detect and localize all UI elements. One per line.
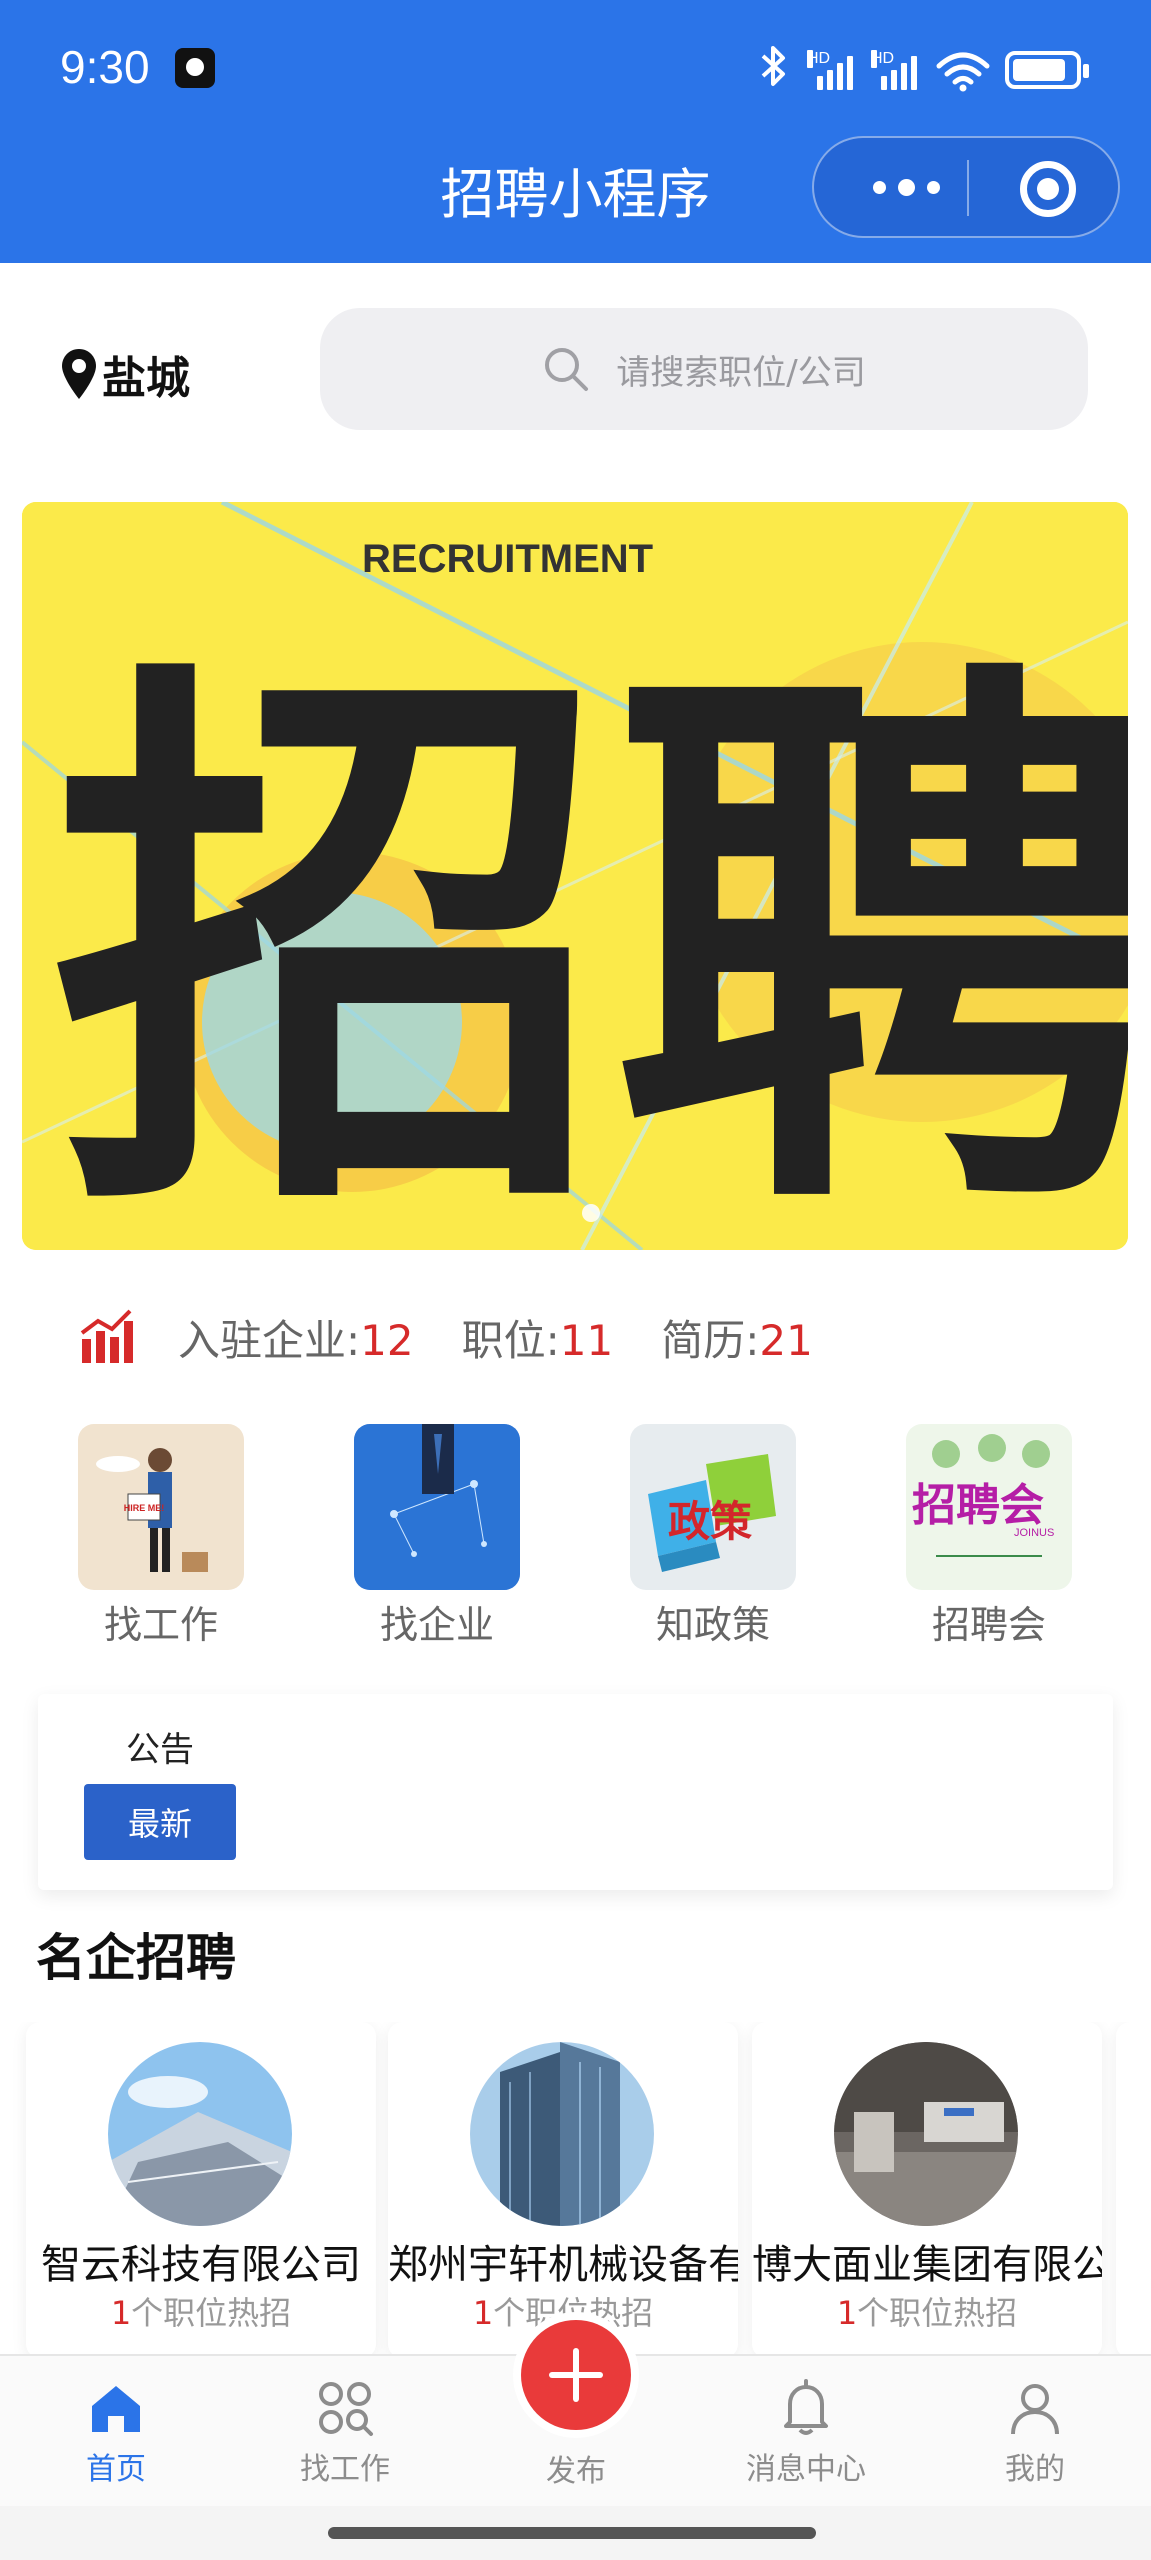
company-card[interactable] [1116, 2022, 1151, 2358]
policy-image: 政策 [630, 1424, 796, 1590]
entry-find-company[interactable]: 找企业 [352, 1424, 522, 1649]
company-jobs-count: 1 [110, 2294, 132, 2332]
location-pin-icon [60, 347, 98, 401]
stat-companies-label: 入驻企业: [178, 1315, 361, 1365]
capsule-divider [967, 160, 969, 216]
tab-mine[interactable]: 我的 [955, 2378, 1115, 2488]
entry-job-fair[interactable]: 招聘会 JOINUS 招聘会 [904, 1424, 1074, 1649]
company-jobs: 1个职位热招 [26, 2288, 376, 2334]
search-icon [542, 345, 590, 393]
company-logo [470, 2042, 654, 2226]
banner-carousel[interactable]: RECRUITMENT 招聘 [22, 502, 1128, 1250]
banner-headline: 招聘 [52, 623, 1128, 1250]
banner-image: RECRUITMENT 招聘 [22, 502, 1128, 1250]
company-logo [108, 2042, 292, 2226]
company-jobs-count: 1 [472, 2294, 494, 2332]
svg-text:招聘会: 招聘会 [912, 1480, 1044, 1531]
company-carousel[interactable]: 智云科技有限公司 1个职位热招 郑州宇轩机械设备有 1个职位热招 博大面业集团有… [0, 2022, 1151, 2358]
home-icon [86, 2378, 146, 2438]
company-logo [834, 2042, 1018, 2226]
notice-latest-button[interactable]: 最新 [84, 1784, 236, 1860]
banner-subtitle: RECRUITMENT [362, 537, 653, 581]
company-card[interactable]: 智云科技有限公司 1个职位热招 [26, 2022, 376, 2358]
tab-home[interactable]: 首页 [36, 2378, 196, 2488]
wifi-icon [935, 50, 990, 91]
bell-icon [776, 2378, 836, 2438]
bar-chart-icon [80, 1309, 133, 1363]
mini-program-capsule [812, 136, 1120, 238]
tab-label: 我的 [1005, 2452, 1065, 2487]
entry-label: 找企业 [379, 1603, 494, 1647]
entry-label: 找工作 [103, 1603, 218, 1647]
stat-companies: 入驻企业:12 [178, 1307, 414, 1368]
svg-text:HIRE ME!: HIRE ME! [124, 1503, 165, 1513]
stat-resumes: 简历:21 [661, 1307, 813, 1368]
company-jobs-suffix: 个职位热招 [857, 2294, 1018, 2332]
stat-jobs-label: 职位: [461, 1315, 560, 1365]
quick-entries: HIRE ME! 找工作 找企业 政策 知政策 招聘会 JOINUS 招聘会 [0, 1424, 1151, 1654]
stat-jobs: 职位:11 [462, 1307, 614, 1368]
carousel-indicator [582, 1204, 600, 1222]
tab-label: 找工作 [300, 2452, 390, 2487]
tab-publish-label[interactable]: 发布 [496, 2446, 656, 2490]
company-name: 智云科技有限公司 [41, 2242, 361, 2288]
company-jobs: 1个职位热招 [752, 2288, 1102, 2334]
tab-find-job[interactable]: 找工作 [265, 2378, 425, 2488]
find-job-image: HIRE ME! [78, 1424, 244, 1590]
stats-row: 入驻企业:12 职位:11 简历:21 [78, 1300, 861, 1374]
tab-label: 消息中心 [746, 2452, 866, 2487]
more-dots-icon[interactable] [856, 138, 956, 236]
company-name: 博大面业集团有限公 [752, 2242, 1102, 2288]
notice-title: 公告 [126, 1730, 194, 1770]
signal-icon: HD [871, 49, 917, 90]
entry-policy[interactable]: 政策 知政策 [628, 1424, 798, 1649]
search-input[interactable]: 请搜索职位/公司 [320, 308, 1088, 430]
grid-search-icon [315, 2378, 375, 2438]
stat-resumes-value: 21 [759, 1315, 813, 1365]
notice-card[interactable]: 公告 最新 [38, 1694, 1113, 1890]
svg-text:JOINUS: JOINUS [1014, 1527, 1054, 1539]
entry-find-job[interactable]: HIRE ME! 找工作 [76, 1424, 246, 1649]
svg-text:政策: 政策 [668, 1497, 752, 1546]
bluetooth-icon [759, 44, 789, 95]
company-jobs-suffix: 个职位热招 [131, 2294, 292, 2332]
stat-companies-value: 12 [360, 1315, 414, 1365]
job-fair-image: 招聘会 JOINUS [906, 1424, 1072, 1590]
top-header: 9:30 HD HD 招聘小程序 [0, 0, 1151, 263]
status-time: 9:30 [60, 41, 150, 93]
find-company-image [354, 1424, 520, 1590]
battery-icon [1005, 50, 1089, 89]
entry-label: 招聘会 [931, 1603, 1046, 1647]
location-city: 盐城 [102, 353, 190, 404]
target-icon[interactable] [1020, 161, 1076, 217]
entry-label: 知政策 [655, 1603, 770, 1647]
stat-resumes-label: 简历: [661, 1315, 760, 1365]
status-icons: HD HD [759, 44, 1089, 95]
tab-messages[interactable]: 消息中心 [726, 2378, 886, 2488]
search-placeholder: 请搜索职位/公司 [616, 352, 866, 393]
tab-label: 首页 [86, 2452, 146, 2487]
stat-jobs-value: 11 [559, 1315, 614, 1365]
company-jobs-count: 1 [836, 2294, 858, 2332]
section-title: 名企招聘 [36, 1929, 236, 1987]
company-name: 郑州宇轩机械设备有 [388, 2242, 738, 2288]
plus-icon[interactable] [521, 2320, 631, 2430]
app-icon [175, 48, 215, 88]
signal-icon: HD [807, 49, 853, 90]
company-card[interactable]: 郑州宇轩机械设备有 1个职位热招 [388, 2022, 738, 2358]
home-indicator[interactable] [328, 2527, 816, 2539]
company-card[interactable]: 博大面业集团有限公 1个职位热招 [752, 2022, 1102, 2358]
user-icon [1005, 2378, 1065, 2438]
location-selector[interactable]: 盐城 [60, 342, 190, 406]
